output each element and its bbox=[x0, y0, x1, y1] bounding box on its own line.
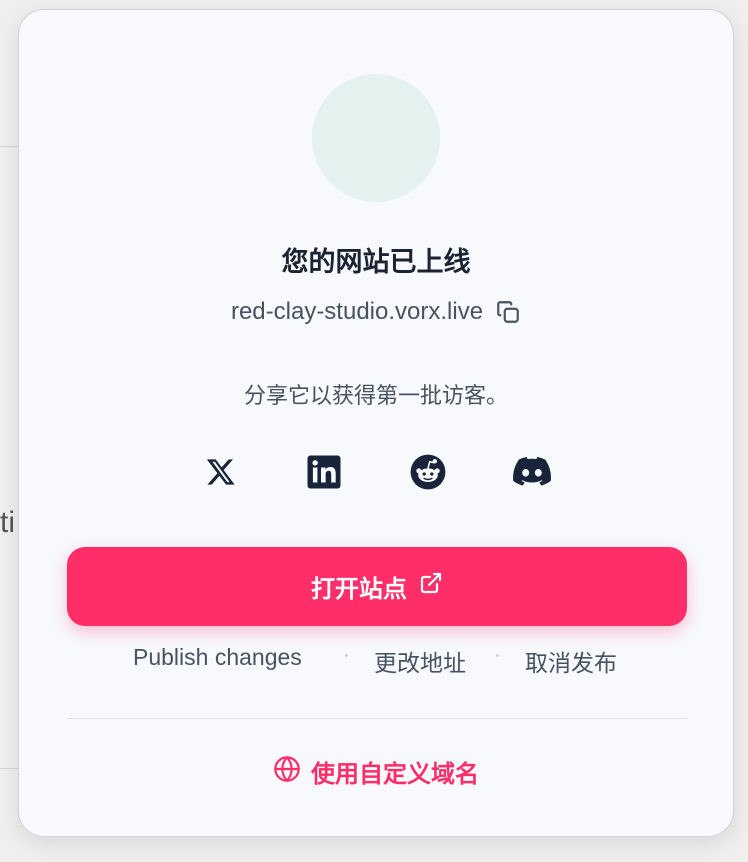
copy-icon[interactable] bbox=[495, 299, 521, 325]
reddit-icon bbox=[409, 453, 447, 491]
site-url-row: red-clay-studio.vorx.live bbox=[19, 298, 733, 326]
external-link-icon bbox=[419, 571, 443, 602]
custom-domain-link[interactable]: 使用自定义域名 bbox=[19, 754, 733, 789]
globe-icon bbox=[273, 755, 301, 788]
social-share-row bbox=[19, 452, 733, 492]
share-reddit-button[interactable] bbox=[408, 452, 448, 492]
x-logo-icon bbox=[205, 456, 237, 488]
background-text-fragment: ti bbox=[0, 506, 15, 539]
publish-success-dialog: 您的网站已上线 red-clay-studio.vorx.live 分享它以获得… bbox=[18, 9, 734, 837]
change-address-link[interactable]: 更改地址 bbox=[374, 644, 466, 678]
unpublish-link[interactable]: 取消发布 bbox=[525, 644, 617, 678]
custom-domain-label: 使用自定义域名 bbox=[311, 761, 479, 788]
discord-icon bbox=[513, 457, 551, 487]
separator-dot: · bbox=[494, 644, 501, 666]
site-url[interactable]: red-clay-studio.vorx.live bbox=[231, 298, 483, 326]
share-x-button[interactable] bbox=[201, 452, 241, 492]
linkedin-icon bbox=[306, 454, 342, 490]
publish-changes-link[interactable]: Publish changes bbox=[133, 644, 302, 671]
share-discord-button[interactable] bbox=[512, 452, 552, 492]
share-prompt: 分享它以获得第一批访客。 bbox=[243, 383, 508, 408]
secondary-actions: Publish changes · 更改地址 · 取消发布 bbox=[19, 644, 733, 678]
dialog-divider bbox=[67, 718, 687, 719]
separator-dot: · bbox=[343, 644, 350, 666]
open-site-button[interactable]: 打开站点 bbox=[67, 547, 687, 626]
open-site-label: 打开站点 bbox=[311, 576, 407, 603]
dialog-title: 您的网站已上线 bbox=[281, 247, 471, 277]
share-linkedin-button[interactable] bbox=[304, 452, 344, 492]
site-avatar bbox=[312, 74, 440, 202]
